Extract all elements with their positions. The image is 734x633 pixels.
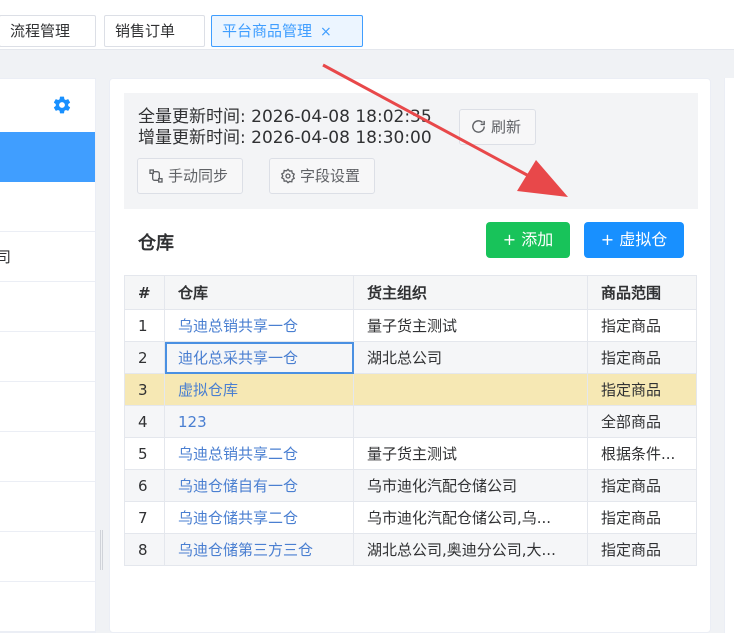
full-update-time: 2026-04-08 18:02:35 xyxy=(251,107,432,127)
table-row[interactable]: 4 123 全部商品 xyxy=(124,405,697,438)
left-row[interactable] xyxy=(0,582,95,632)
table-row[interactable]: 2 迪化总采共享一仓 湖北总公司 指定商品 xyxy=(124,341,697,374)
column-header[interactable]: 货主组织 xyxy=(353,275,588,310)
incr-update-label: 增量更新时间: xyxy=(138,128,246,148)
refresh-icon xyxy=(472,120,485,133)
sync-info-box: 全量更新时间: 2026-04-08 18:02:35 增量更新时间: 2026… xyxy=(124,93,698,209)
owner-cell: 乌市迪化汽配仓储公司,乌... xyxy=(353,501,588,534)
left-row[interactable] xyxy=(0,382,95,432)
warehouse-link[interactable]: 乌迪总销共享一仓 xyxy=(164,309,354,342)
row-index: 7 xyxy=(124,501,165,534)
left-panel-header xyxy=(0,79,95,131)
table-row[interactable]: 6 乌迪仓储自有一仓 乌市迪化汽配仓储公司 指定商品 xyxy=(124,469,697,502)
row-index: 1 xyxy=(124,309,165,342)
warehouse-link[interactable]: 虚拟仓库 xyxy=(164,373,354,406)
tab-process-management[interactable]: 流程管理 xyxy=(0,15,96,47)
manual-sync-button[interactable]: 手动同步 xyxy=(137,158,244,194)
row-index: 2 xyxy=(124,341,165,374)
scope-cell: 指定商品 xyxy=(587,533,697,566)
column-header[interactable]: 商品范围 xyxy=(587,275,697,310)
tab-sales-order[interactable]: 销售订单 xyxy=(104,15,205,47)
left-row[interactable] xyxy=(0,182,95,232)
gear-icon[interactable] xyxy=(52,95,72,115)
warehouse-panel: 全量更新时间: 2026-04-08 18:02:35 增量更新时间: 2026… xyxy=(109,78,711,633)
table-row[interactable]: 5 乌迪总销共享二仓 量子货主测试 根据条件... xyxy=(124,437,697,470)
left-row[interactable] xyxy=(0,332,95,382)
table-header-row: # 仓库 货主组织 商品范围 xyxy=(124,275,697,310)
table-row[interactable]: 8 乌迪仓储第三方三仓 湖北总公司,奥迪分公司,大... 指定商品 xyxy=(124,533,697,566)
column-header[interactable]: # xyxy=(124,275,165,310)
manual-sync-label: 手动同步 xyxy=(168,167,229,185)
left-row[interactable]: 司 xyxy=(0,232,95,282)
scope-cell: 指定商品 xyxy=(587,469,697,502)
settings-icon xyxy=(280,168,296,184)
tab-label: 流程管理 xyxy=(10,22,71,40)
left-row-label: 司 xyxy=(0,248,12,266)
left-row[interactable] xyxy=(0,432,95,482)
left-row[interactable] xyxy=(0,282,95,332)
row-index: 3 xyxy=(124,373,165,406)
add-button[interactable]: + 添加 xyxy=(486,222,570,258)
left-row[interactable] xyxy=(0,482,95,532)
owner-cell: 湖北总公司,奥迪分公司,大... xyxy=(353,533,588,566)
row-index: 5 xyxy=(124,437,165,470)
scope-cell: 指定商品 xyxy=(587,501,697,534)
field-settings-button[interactable]: 字段设置 xyxy=(269,158,376,194)
table-row[interactable]: 1 乌迪总销共享一仓 量子货主测试 指定商品 xyxy=(124,309,697,342)
scope-cell: 指定商品 xyxy=(587,309,697,342)
warehouse-link[interactable]: 迪化总采共享一仓 xyxy=(164,341,354,374)
field-settings-label: 字段设置 xyxy=(300,167,361,185)
tab-bar: 流程管理 销售订单 平台商品管理 × xyxy=(0,0,734,50)
warehouse-table: # 仓库 货主组织 商品范围 1 乌迪总销共享一仓 量子货主测试 指定商品 2 迪化总采… xyxy=(124,275,697,566)
refresh-label: 刷新 xyxy=(491,118,522,136)
tab-platform-product-management[interactable]: 平台商品管理 × xyxy=(211,15,363,47)
warehouse-link[interactable]: 乌迪仓储自有一仓 xyxy=(164,469,354,502)
full-update-label: 全量更新时间: xyxy=(138,107,246,127)
owner-cell: 量子货主测试 xyxy=(353,309,588,342)
scope-cell: 指定商品 xyxy=(587,341,697,374)
warehouse-link[interactable]: 123 xyxy=(164,405,354,438)
row-index: 4 xyxy=(124,405,165,438)
full-update-line: 全量更新时间: 2026-04-08 18:02:35 xyxy=(138,107,432,127)
tab-label: 销售订单 xyxy=(115,22,176,40)
resize-handle[interactable] xyxy=(100,530,103,570)
owner-cell xyxy=(353,405,588,438)
right-panel-edge xyxy=(724,78,734,633)
sync-icon xyxy=(149,169,163,183)
warehouse-link[interactable]: 乌迪总销共享二仓 xyxy=(164,437,354,470)
scope-cell: 全部商品 xyxy=(587,405,697,438)
scope-cell: 指定商品 xyxy=(587,373,697,406)
warehouse-link[interactable]: 乌迪仓储第三方三仓 xyxy=(164,533,354,566)
close-icon[interactable]: × xyxy=(320,24,332,40)
owner-cell: 乌市迪化汽配仓储公司 xyxy=(353,469,588,502)
incr-update-time: 2026-04-08 18:30:00 xyxy=(251,128,432,148)
table-row[interactable]: 3 虚拟仓库 指定商品 xyxy=(124,373,697,406)
owner-cell xyxy=(353,373,588,406)
column-header[interactable]: 仓库 xyxy=(164,275,354,310)
left-row[interactable] xyxy=(0,532,95,582)
left-selected-item[interactable] xyxy=(0,132,95,182)
incr-update-line: 增量更新时间: 2026-04-08 18:30:00 xyxy=(138,128,432,148)
row-index: 8 xyxy=(124,533,165,566)
refresh-button[interactable]: 刷新 xyxy=(459,109,537,145)
table-row[interactable]: 7 乌迪仓储共享二仓 乌市迪化汽配仓储公司,乌... 指定商品 xyxy=(124,501,697,534)
row-index: 6 xyxy=(124,469,165,502)
warehouse-link[interactable]: 乌迪仓储共享二仓 xyxy=(164,501,354,534)
left-panel: 司 xyxy=(0,78,96,633)
virtual-warehouse-button[interactable]: + 虚拟仓 xyxy=(584,222,684,258)
owner-cell: 量子货主测试 xyxy=(353,437,588,470)
tab-label: 平台商品管理 xyxy=(222,22,313,40)
scope-cell: 根据条件... xyxy=(587,437,697,470)
section-title: 仓库 xyxy=(138,233,174,254)
owner-cell: 湖北总公司 xyxy=(353,341,588,374)
